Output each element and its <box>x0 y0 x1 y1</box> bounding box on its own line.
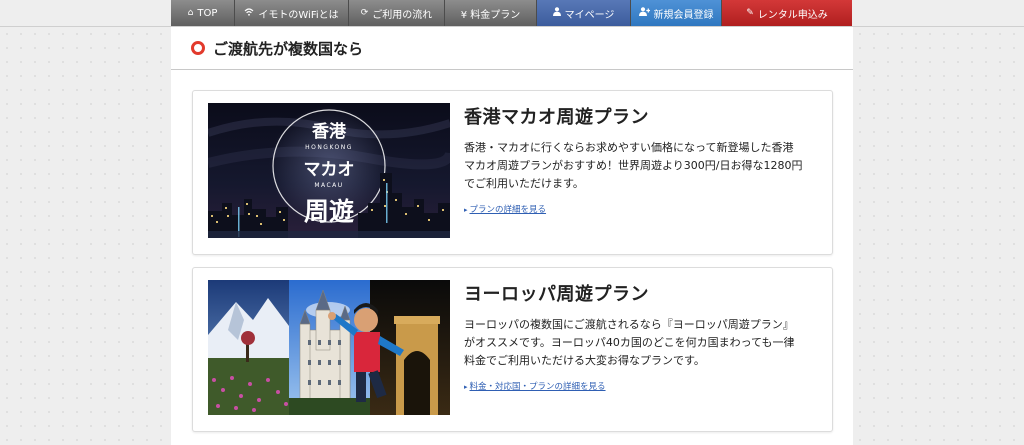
nav-register[interactable]: 新規会員登録 <box>631 0 722 26</box>
home-icon: ⌂ <box>187 8 194 18</box>
plan-detail-link-label: プランの詳細を見る <box>469 205 547 215</box>
nav-about-wifi[interactable]: イモトのWiFiとは <box>235 0 349 26</box>
plan-title: ヨーロッパ周遊プラン <box>464 284 649 305</box>
nav-mypage[interactable]: マイページ <box>537 0 631 26</box>
page-background-right <box>853 27 1024 445</box>
pencil-icon: ✎ <box>746 8 754 18</box>
circle-bullet-icon <box>191 41 205 55</box>
image-text-shuyu: 周遊 <box>304 197 354 226</box>
nav-rental[interactable]: ✎ レンタル申込み <box>722 0 852 26</box>
image-text-macau: マカオ <box>304 160 355 180</box>
nav-flow[interactable]: ⟳ ご利用の流れ <box>349 0 445 26</box>
plan-description: 香港・マカオに行くならお求めやすい価格になって新登場した香港マカオ周遊プランがお… <box>464 141 803 190</box>
plan-card-europe: ヨーロッパ周遊プラン ヨーロッパの複数国にご渡航されるなら『ヨーロッパ周遊プラン… <box>192 267 833 432</box>
image-text-hongkong: 香港 <box>312 121 347 142</box>
image-text-hongkong-en: HONGKONG <box>305 144 353 151</box>
hongkong-macau-image[interactable]: 香港 HONGKONG マカオ MACAU 周遊 <box>208 103 450 238</box>
nav-pricing[interactable]: ¥ 料金プラン <box>445 0 537 26</box>
plan-card-body: 香港マカオ周遊プラン 香港・マカオに行くならお求めやすい価格になって新登場した香… <box>464 103 804 216</box>
plan-description: ヨーロッパの複数国にご渡航されるなら『ヨーロッパ周遊プラン』がオススメです。ヨー… <box>464 318 795 367</box>
plan-title: 香港マカオ周遊プラン <box>464 107 649 128</box>
plan-card-hongkong-macau: 香港 HONGKONG マカオ MACAU 周遊 香港マカオ周遊プラン 香港・マ… <box>192 90 833 255</box>
nav-mypage-label: マイページ <box>564 9 615 21</box>
user-plus-icon <box>638 7 650 19</box>
triangle-right-icon: ▸ <box>464 383 468 391</box>
nav-register-label: 新規会員登録 <box>653 9 714 21</box>
section-header: ご渡航先が複数国なら <box>171 27 853 70</box>
page-background-left <box>0 27 171 445</box>
nav-top-label: TOP <box>197 7 218 19</box>
section-title: ご渡航先が複数国なら <box>213 39 364 58</box>
image-text-macau-en: MACAU <box>314 182 343 189</box>
nav-rental-label: レンタル申込み <box>757 9 828 21</box>
main-content: ご渡航先が複数国なら 香港 HONGKONG マカオ MACAU 周遊 香港マカ… <box>171 27 853 445</box>
plan-detail-link[interactable]: ▸ プランの詳細を見る <box>464 203 546 215</box>
europe-image[interactable] <box>208 280 450 415</box>
plan-detail-link-label: 料金・対応国・プランの詳細を見る <box>469 382 606 392</box>
wifi-icon <box>244 7 254 19</box>
nav-flow-label: ご利用の流れ <box>372 9 433 21</box>
user-icon <box>552 7 561 19</box>
plan-card-body: ヨーロッパ周遊プラン ヨーロッパの複数国にご渡航されるなら『ヨーロッパ周遊プラン… <box>464 280 804 393</box>
triangle-right-icon: ▸ <box>464 206 468 214</box>
plan-detail-link[interactable]: ▸ 料金・対応国・プランの詳細を見る <box>464 380 606 392</box>
global-nav: ⌂ TOP イモトのWiFiとは ⟳ ご利用の流れ ¥ 料金プラン マイページ … <box>171 0 852 26</box>
refresh-icon: ⟳ <box>360 8 369 18</box>
nav-pricing-label: ¥ 料金プラン <box>460 9 521 21</box>
nav-top[interactable]: ⌂ TOP <box>171 0 235 26</box>
nav-about-wifi-label: イモトのWiFiとは <box>258 9 339 21</box>
